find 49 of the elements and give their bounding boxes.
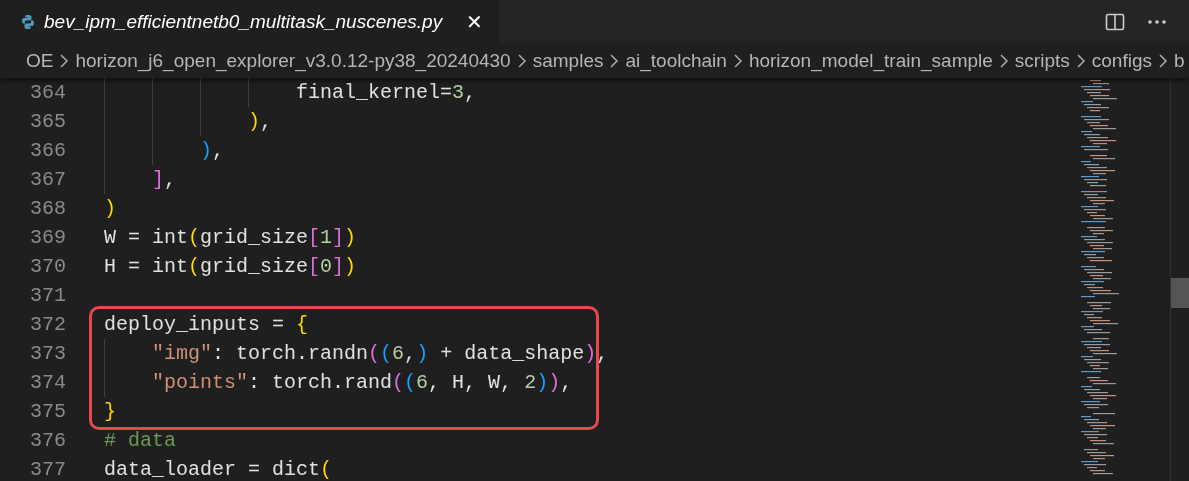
line-number: 370 (29, 253, 66, 280)
code-line: "img": torch.randn((6,) + data_shape), (151, 340, 609, 367)
line-number: 365 (29, 108, 66, 135)
line-number: 371 (29, 282, 66, 309)
line-number: 372 (29, 311, 66, 338)
split-editor-icon[interactable] (1105, 12, 1125, 32)
code-line: ), (199, 137, 225, 164)
code-line: # data (104, 427, 176, 454)
python-icon (20, 14, 36, 30)
code-line: "points": torch.rand((6, H, W, 2)), (151, 369, 573, 396)
breadcrumb-item[interactable]: samples (532, 46, 604, 76)
more-icon[interactable] (1147, 19, 1167, 25)
breadcrumb-item[interactable]: horizon_model_train_sample (748, 46, 993, 76)
chevron-icon (1157, 53, 1168, 69)
breadcrumb-item[interactable]: configs (1091, 46, 1152, 76)
breadcrumb-item[interactable]: scripts (1014, 46, 1070, 76)
chevron-icon (1075, 53, 1086, 69)
line-number: 366 (29, 137, 66, 164)
code-line: H = int(grid_size[0]) (104, 253, 357, 280)
tab-title: bev_ipm_efficientnetb0_multitask_nuscenes.py (44, 9, 443, 34)
line-number: 368 (29, 195, 66, 222)
chevron-icon (516, 53, 527, 69)
line-number: 374 (29, 369, 66, 396)
breadcrumb-item[interactable]: horizon_j6_open_explorer_v3.0.12-py38_20240430 (75, 46, 511, 76)
breadcrumb-item[interactable]: OE (26, 46, 54, 76)
scrollbar-thumb[interactable] (1171, 278, 1189, 308)
code-line: ], (151, 166, 177, 193)
code-line: final_kernel=3, (295, 79, 477, 106)
chevron-icon (998, 53, 1009, 69)
line-number: 375 (29, 398, 66, 425)
close-button[interactable]: ✕ (462, 7, 488, 37)
chevron-icon (609, 53, 620, 69)
breadcrumb-item[interactable]: b (1173, 46, 1185, 76)
code-line: data_loader = dict( (104, 456, 333, 481)
line-number: 367 (29, 166, 66, 193)
code-line: deploy_inputs = { (104, 311, 309, 338)
chevron-icon (732, 53, 743, 69)
breadcrumb-item[interactable]: ai_toolchain (625, 46, 727, 76)
line-number: 364 (29, 79, 66, 106)
code-line: ) (104, 195, 116, 222)
line-number: 376 (29, 427, 66, 454)
code-line: } (104, 398, 116, 425)
code-line: W = int(grid_size[1]) (104, 224, 357, 251)
line-number: 369 (29, 224, 66, 251)
chevron-icon (59, 53, 70, 69)
line-number: 373 (29, 340, 66, 367)
editor-tab[interactable]: bev_ipm_efficientnetb0_multitask_nuscenes.py ✕ (0, 0, 500, 44)
code-line: ), (247, 108, 273, 135)
line-number: 377 (29, 456, 66, 481)
